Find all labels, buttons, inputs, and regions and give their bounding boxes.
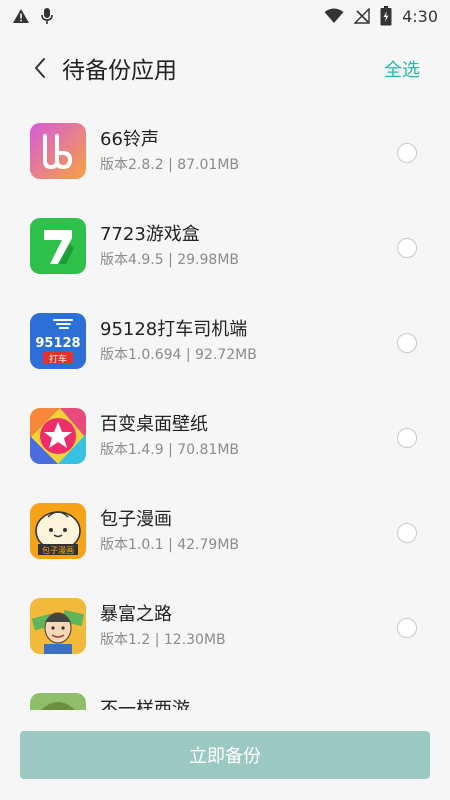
mic-icon <box>41 8 53 24</box>
select-radio[interactable] <box>397 618 417 638</box>
app-meta: 版本1.0.694 | 92.72MB <box>100 347 257 363</box>
app-text: 95128打车司机端 版本1.0.694 | 92.72MB <box>100 317 257 366</box>
app-name: 百变桌面壁纸 <box>100 414 208 435</box>
list-item[interactable]: 不一样西游 <box>0 675 450 710</box>
app-text: 包子漫画 版本1.0.1 | 42.79MB <box>100 507 239 556</box>
select-all-button[interactable]: 全选 <box>384 56 420 82</box>
app-text: 暴富之路 版本1.2 | 12.30MB <box>100 602 226 651</box>
status-right: 4:30 <box>324 6 438 26</box>
back-button[interactable] <box>20 40 60 96</box>
app-meta: 版本1.0.1 | 42.79MB <box>100 537 240 553</box>
back-chevron-icon <box>35 58 45 78</box>
app-list[interactable]: 66铃声 版本2.8.2 | 87.01MB 7723游戏盒 版本4.9.5 |… <box>0 105 450 710</box>
page-title: 待备份应用 <box>62 58 177 84</box>
app-meta: 版本2.8.2 | 87.01MB <box>100 157 240 173</box>
app-text: 7723游戏盒 版本4.9.5 | 29.98MB <box>100 222 239 271</box>
app-name: 包子漫画 <box>100 509 172 530</box>
icon-text-taxi: 打车 <box>49 353 67 365</box>
journey-west-app-icon <box>30 693 86 710</box>
warning-icon <box>13 9 29 23</box>
header: 待备份应用 全选 <box>0 40 450 96</box>
taxi-driver-app-icon: 95128 打车 <box>30 313 86 369</box>
app-name: 不一样西游 <box>100 699 190 710</box>
list-item[interactable]: 7723游戏盒 版本4.9.5 | 29.98MB <box>0 200 450 295</box>
app-text: 不一样西游 <box>100 697 190 710</box>
list-item[interactable]: 66铃声 版本2.8.2 | 87.01MB <box>0 105 450 200</box>
select-radio[interactable] <box>397 238 417 258</box>
list-item[interactable]: 暴富之路 版本1.2 | 12.30MB <box>0 580 450 675</box>
ringtone-app-icon <box>30 123 86 179</box>
status-bar: 4:30 <box>0 0 450 32</box>
wallpaper-app-icon <box>30 408 86 464</box>
app-name: 7723游戏盒 <box>100 224 200 245</box>
list-item[interactable]: 百变桌面壁纸 版本1.4.9 | 70.81MB <box>0 390 450 485</box>
status-left <box>12 7 54 25</box>
app-text: 百变桌面壁纸 版本1.4.9 | 70.81MB <box>100 412 239 461</box>
app-meta: 版本1.4.9 | 70.81MB <box>100 442 240 458</box>
app-name: 95128打车司机端 <box>100 319 248 340</box>
icon-text-baozi: 包子漫画 <box>42 545 74 555</box>
select-radio[interactable] <box>397 523 417 543</box>
app-meta: 版本1.2 | 12.30MB <box>100 632 226 648</box>
status-time: 4:30 <box>402 6 438 26</box>
app-name: 暴富之路 <box>100 604 172 625</box>
icon-text-number: 95128 <box>35 336 80 351</box>
select-radio[interactable] <box>397 143 417 163</box>
list-item[interactable]: 包子漫画 包子漫画 版本1.0.1 | 42.79MB <box>0 485 450 580</box>
battery-charging-icon <box>380 6 392 26</box>
baozi-comic-app-icon: 包子漫画 <box>30 503 86 559</box>
get-rich-app-icon <box>30 598 86 654</box>
select-radio[interactable] <box>397 333 417 353</box>
app-name: 66铃声 <box>100 129 159 150</box>
game-box-app-icon <box>30 218 86 274</box>
screen: 4:30 待备份应用 全选 66铃声 版本2.8.2 | 87.01MB 772… <box>0 0 450 800</box>
wifi-icon <box>324 8 344 23</box>
select-radio[interactable] <box>397 428 417 448</box>
app-meta: 版本4.9.5 | 29.98MB <box>100 252 240 268</box>
list-item[interactable]: 95128 打车 95128打车司机端 版本1.0.694 | 92.72MB <box>0 295 450 390</box>
backup-now-button[interactable]: 立即备份 <box>20 731 430 779</box>
app-text: 66铃声 版本2.8.2 | 87.01MB <box>100 127 239 176</box>
no-signal-icon <box>354 8 370 24</box>
